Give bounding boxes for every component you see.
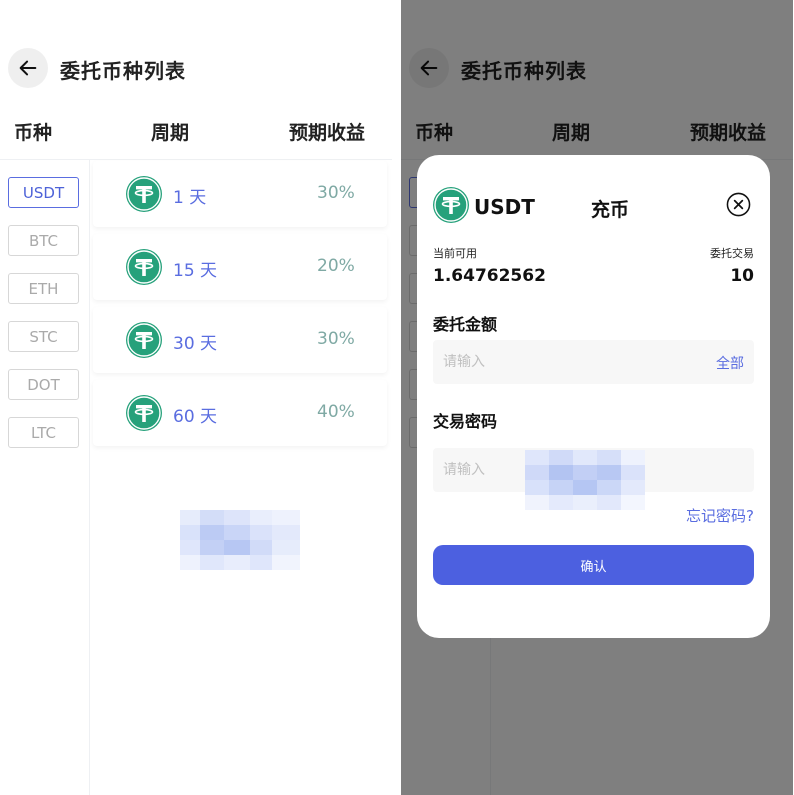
column-divider xyxy=(89,160,90,795)
column-header-period: 周期 xyxy=(151,122,190,144)
tether-icon xyxy=(126,176,162,212)
coin-tab-usdt[interactable]: USDT xyxy=(8,177,79,208)
coin-tab-ltc[interactable]: LTC xyxy=(8,417,79,448)
plan-period: 60 天 xyxy=(173,407,218,427)
tether-icon xyxy=(126,395,162,431)
plan-row[interactable]: 1 天 30% xyxy=(93,161,387,227)
plan-rate: 20% xyxy=(317,256,355,276)
amount-field: 全部 xyxy=(433,340,754,384)
pixelated-blur xyxy=(180,510,300,570)
modal-title: 充币 xyxy=(591,199,630,221)
available-label: 当前可用 xyxy=(433,247,477,260)
all-button[interactable]: 全部 xyxy=(716,353,744,373)
coin-tab-btc[interactable]: BTC xyxy=(8,225,79,256)
plan-rate: 30% xyxy=(317,329,355,349)
plan-rate: 30% xyxy=(317,183,355,203)
amount-label: 委托金额 xyxy=(433,315,498,334)
page-title: 委托币种列表 xyxy=(60,59,186,83)
recharge-screen: 委托币种列表 币种 周期 预期收益 USDT 充币 当前可用 委托交易 1.64… xyxy=(401,0,793,795)
column-header-coin: 币种 xyxy=(14,122,53,144)
plan-rate: 40% xyxy=(317,402,355,422)
list-screen: 委托币种列表 币种 周期 预期收益 USDT BTC ETH STC DOT L… xyxy=(0,0,392,795)
coin-tab-eth[interactable]: ETH xyxy=(8,273,79,304)
amount-input[interactable] xyxy=(443,340,683,384)
plan-period: 15 天 xyxy=(173,261,218,281)
header-divider xyxy=(0,159,392,160)
modal-coin-name: USDT xyxy=(474,195,535,219)
tether-icon xyxy=(126,249,162,285)
column-header-yield: 预期收益 xyxy=(289,122,366,144)
trades-value: 10 xyxy=(730,266,754,286)
plan-row[interactable]: 15 天 20% xyxy=(93,234,387,300)
back-button[interactable] xyxy=(8,48,48,88)
plan-row[interactable]: 60 天 40% xyxy=(93,380,387,446)
plan-period: 1 天 xyxy=(173,188,207,208)
confirm-button[interactable]: 确认 xyxy=(433,545,754,585)
plan-row[interactable]: 30 天 30% xyxy=(93,307,387,373)
pixelated-blur xyxy=(525,450,645,510)
coin-tab-dot[interactable]: DOT xyxy=(8,369,79,400)
plan-period: 30 天 xyxy=(173,334,218,354)
trades-label: 委托交易 xyxy=(710,247,754,260)
password-label: 交易密码 xyxy=(433,412,498,431)
close-icon[interactable] xyxy=(726,192,751,217)
recharge-modal: USDT 充币 当前可用 委托交易 1.64762562 10 委托金额 全部 … xyxy=(417,155,770,638)
tether-icon xyxy=(433,187,469,223)
tether-icon xyxy=(126,322,162,358)
available-value: 1.64762562 xyxy=(433,266,546,286)
arrow-left-icon xyxy=(19,60,37,76)
stage: 委托币种列表 币种 周期 预期收益 USDT BTC ETH STC DOT L… xyxy=(0,0,794,795)
forgot-password-link[interactable]: 忘记密码? xyxy=(686,505,754,526)
coin-tab-stc[interactable]: STC xyxy=(8,321,79,352)
